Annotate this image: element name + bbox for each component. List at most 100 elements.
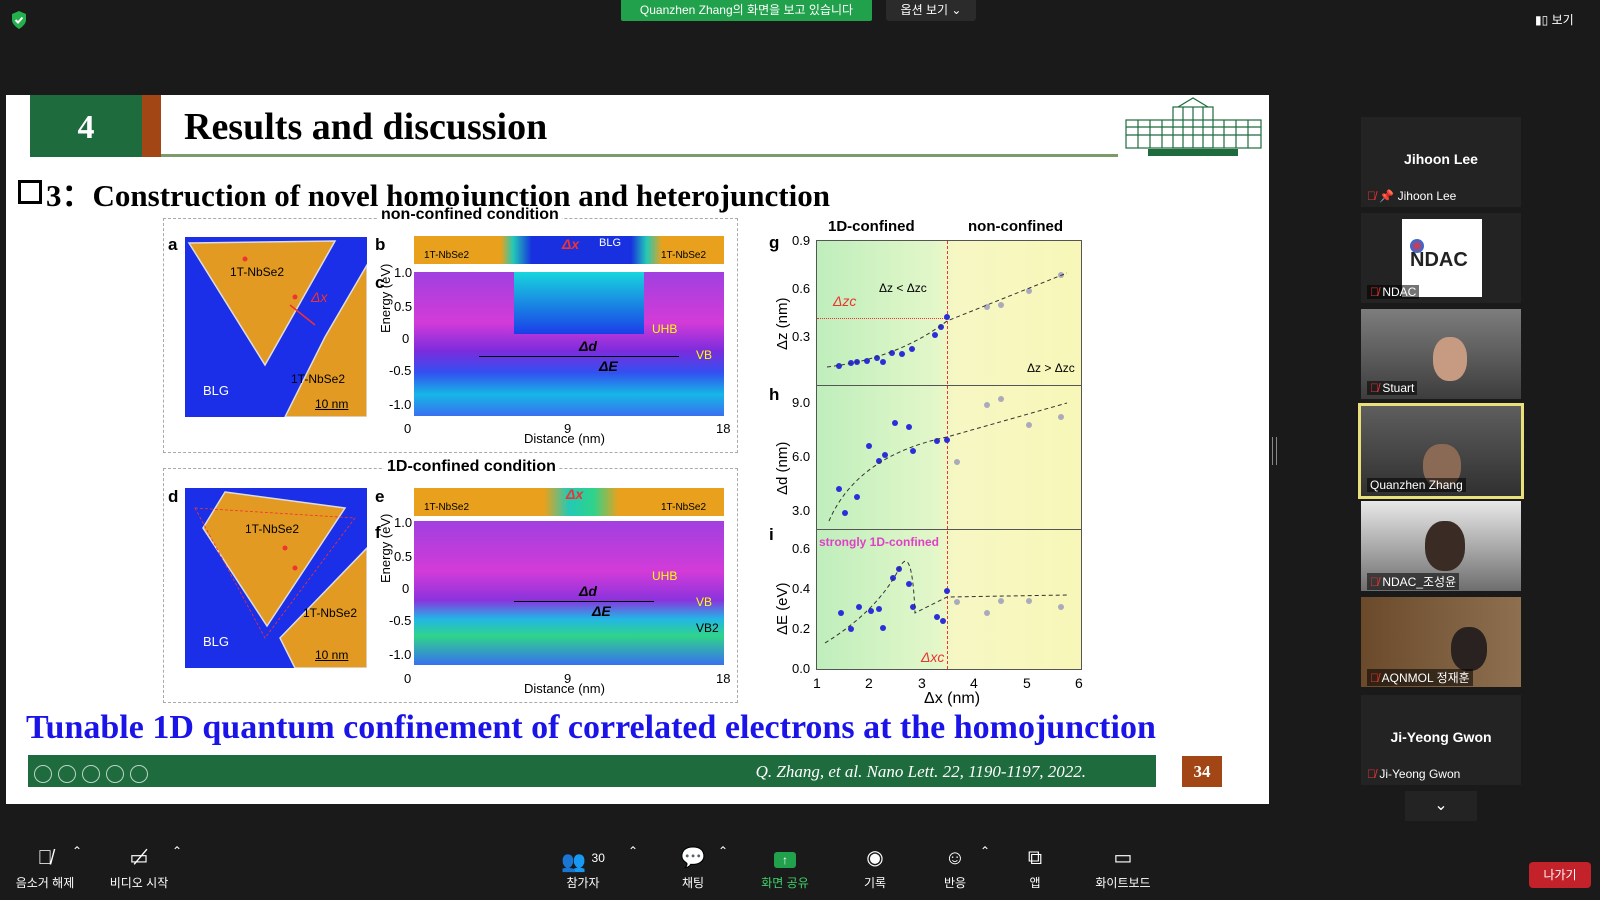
nbse2-label-e1: 1T-NbSe2 [424, 502, 470, 513]
uhb-label-c: UHB [652, 322, 678, 336]
view-options-button[interactable]: 옵션 보기 ⌄ [886, 0, 976, 21]
h-ylabel: Δd (nm) [774, 441, 791, 495]
scale-bar-d: 10 nm [315, 648, 349, 662]
delta-d-label-c: Δd [579, 338, 597, 354]
panel-label-d: d [168, 487, 179, 506]
participants-button[interactable]: 👥 30 참가자 [540, 840, 626, 891]
slide-title: Results and discussion [184, 106, 548, 148]
start-video-button[interactable]: ▭̸ 비디오 시작 [96, 840, 182, 891]
energy-tick: 1.0 [394, 515, 413, 530]
nbse2-label: 1T-NbSe2 [230, 265, 285, 279]
gap-region [514, 272, 644, 334]
spectrum-c: UHB Δd ΔE VB [414, 272, 724, 416]
distance-tick: 18 [716, 421, 731, 436]
participant-tile-stuart[interactable]: 🎙̸ Stuart [1361, 309, 1521, 399]
next-slide-icon[interactable] [34, 765, 52, 783]
zoom-icon[interactable] [106, 765, 124, 783]
more-options-icon[interactable] [130, 765, 148, 783]
nbse2-label-2: 1T-NbSe2 [291, 372, 346, 386]
leave-button[interactable]: 나가기 [1529, 862, 1591, 888]
participant-tile-ndac-cho[interactable]: 🎙̸ NDAC_조성윤 [1361, 501, 1521, 591]
delta-d-label-f: Δd [579, 583, 597, 599]
stm-image-a: 1T-NbSe2 Δx 1T-NbSe2 BLG 10 nm [185, 237, 367, 417]
shared-slide: 4 Results and discussion 3：Construction … [6, 95, 1269, 804]
energy-tick: 0.5 [394, 299, 413, 314]
x-tick: 5 [1023, 675, 1031, 691]
x-tick: 2 [865, 675, 873, 691]
participant-tile-jiyeong[interactable]: Ji-Yeong Gwon 🎙̸ Ji-Yeong Gwon [1361, 695, 1521, 785]
mic-muted-icon: 🎙̸ [1367, 767, 1376, 781]
security-shield-icon[interactable] [10, 10, 28, 30]
distance-tick: 0 [404, 671, 412, 686]
panel-resize-handle[interactable] [1272, 437, 1277, 465]
i-tick: 0.2 [792, 621, 811, 636]
whiteboard-icon: ▭ [1113, 847, 1133, 869]
video-options-chevron[interactable]: ⌃ [172, 844, 182, 858]
nbse2-label-e2: 1T-NbSe2 [661, 502, 707, 513]
pen-icon[interactable] [58, 765, 76, 783]
video-off-icon: ▭̸ [129, 847, 149, 869]
panel-label-e: e [375, 487, 385, 506]
apps-icon: ⧉ [1027, 847, 1043, 869]
apps-label: 앱 [1029, 876, 1041, 890]
slides-grid-icon[interactable] [82, 765, 100, 783]
view-button[interactable]: ▮▯ 보기 [1535, 11, 1574, 28]
start-video-label: 비디오 시작 [109, 876, 169, 890]
record-button[interactable]: ◉ 기록 [832, 840, 918, 891]
g-tick: 0.6 [792, 281, 811, 296]
h-tick: 3.0 [792, 503, 811, 518]
participant-label: 🎙̸ Stuart [1367, 381, 1418, 395]
blg-label-b: BLG [599, 237, 622, 249]
audio-options-chevron[interactable]: ⌃ [72, 844, 82, 858]
chat-options-chevron[interactable]: ⌃ [718, 844, 728, 858]
university-building-logo [1118, 95, 1269, 157]
delta-x-label: Δx [311, 289, 328, 305]
energy-tick: -0.5 [389, 363, 412, 378]
apps-button[interactable]: ⧉ 앱 [992, 840, 1078, 891]
confined-title: 1D-confined condition [384, 458, 559, 476]
participant-tile-quanzhen[interactable]: Quanzhen Zhang [1358, 403, 1524, 499]
energy-tick: -1.0 [389, 397, 412, 412]
square-bullet-icon [18, 180, 42, 204]
whiteboard-button[interactable]: ▭ 화이트보드 [1080, 840, 1166, 891]
energy-axis-label-c: Energy (eV) [378, 263, 393, 333]
share-screen-icon: ↑ [742, 846, 828, 870]
participant-label-text: NDAC_조성윤 [1382, 575, 1457, 589]
participant-label-text: NDAC [1382, 285, 1417, 299]
nbse2-label-d1: 1T-NbSe2 [245, 522, 300, 536]
participant-name: Jihoon Lee [1404, 151, 1478, 167]
energy-tick: -0.5 [389, 613, 412, 628]
view-options-label: 옵션 보기 [900, 3, 949, 17]
line-profile-b: 1T-NbSe2 BLG 1T-NbSe2 Δx [414, 236, 724, 264]
share-screen-button[interactable]: ↑ 화면 공유 [742, 840, 828, 891]
distance-axis-label-f: Distance (nm) [524, 681, 605, 696]
prev-slide-icon[interactable] [10, 765, 28, 783]
participants-options-chevron[interactable]: ⌃ [628, 844, 638, 858]
delta-x-label-e: Δx [566, 486, 584, 502]
nbse2-label-b2: 1T-NbSe2 [661, 250, 707, 261]
energy-tick: -1.0 [389, 647, 412, 662]
i-tick: 0.0 [792, 661, 811, 676]
annot-left-g: Δz < Δzc [879, 281, 927, 295]
nbse2-label-d2: 1T-NbSe2 [303, 606, 358, 620]
delta-zc-label: Δzc [833, 293, 857, 309]
annot-right-g: Δz > Δzc [1027, 361, 1075, 375]
title-divider [161, 154, 1269, 157]
g-ylabel: Δz (nm) [774, 297, 791, 350]
energy-axis-label-f: Energy (eV) [378, 513, 393, 583]
slide-footer: Q. Zhang, et al. Nano Lett. 22, 1190-119… [28, 755, 1156, 787]
participant-tile-jihoon[interactable]: Jihoon Lee 🎙̸ 📌 Jihoon Lee [1361, 117, 1521, 207]
blg-label-d: BLG [203, 634, 230, 649]
participant-video [1433, 337, 1467, 381]
participant-tile-ndac[interactable]: NDAC 🎙̸ NDAC [1361, 213, 1521, 303]
distance-axis-label-c: Distance (nm) [524, 431, 605, 446]
scroll-down-button[interactable]: ⌄ [1405, 791, 1477, 821]
x-axis-label: Δx (nm) [924, 690, 981, 707]
participant-tile-aqnmol[interactable]: 🎙̸ AQNMOL 정재훈 [1361, 597, 1521, 687]
delta-e-label-c: ΔE [599, 358, 618, 374]
reactions-options-chevron[interactable]: ⌃ [980, 844, 990, 858]
participant-label: 🎙̸ NDAC [1367, 285, 1420, 299]
x-tick: 1 [813, 675, 821, 691]
vb-label-c: VB [696, 348, 713, 362]
participant-label: 🎙̸ 📌 Jihoon Lee [1367, 189, 1456, 203]
